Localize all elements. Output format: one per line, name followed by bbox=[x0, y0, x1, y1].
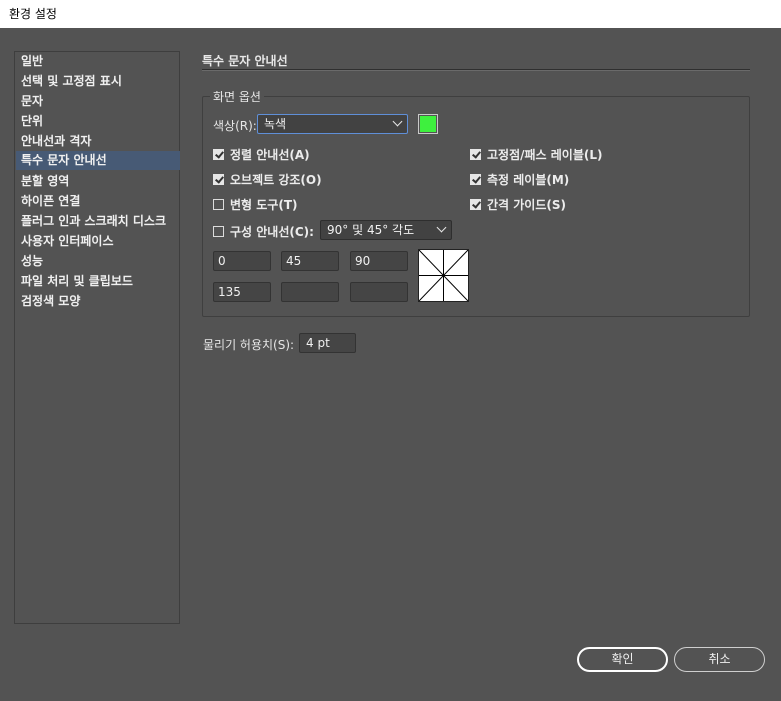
angle-field-4[interactable]: 135 bbox=[213, 282, 271, 302]
sidebar-item-guides-grid[interactable]: 안내선과 격자 bbox=[16, 132, 180, 151]
sidebar-item-hyphenation[interactable]: 하이픈 연결 bbox=[16, 192, 180, 211]
angle-field-2[interactable]: 45 bbox=[281, 251, 339, 271]
measurement-labels-checkbox[interactable]: 측정 레이블(M) bbox=[470, 171, 569, 188]
checkbox-checked-icon bbox=[470, 199, 481, 210]
panel-title: 특수 문자 안내선 bbox=[202, 54, 288, 68]
angle-field-5[interactable] bbox=[281, 282, 339, 302]
construction-guides-checkbox[interactable]: 구성 안내선(C): bbox=[213, 223, 314, 240]
checkbox-checked-icon bbox=[470, 149, 481, 160]
chevron-down-icon bbox=[436, 222, 447, 233]
angle-select-value: 90° 및 45° 각도 bbox=[327, 223, 415, 237]
spacing-guides-label: 간격 가이드(S) bbox=[487, 198, 566, 212]
color-swatch-fill bbox=[420, 116, 436, 132]
transform-tools-label: 변형 도구(T) bbox=[230, 198, 298, 212]
sidebar-item-units[interactable]: 단위 bbox=[16, 112, 180, 131]
preferences-sidebar: 일반 선택 및 고정점 표시 문자 단위 안내선과 격자 특수 문자 안내선 분… bbox=[14, 51, 180, 624]
color-swatch[interactable] bbox=[418, 114, 438, 134]
checkbox-checked-icon bbox=[213, 149, 224, 160]
snapping-tolerance-label: 물리기 허용치(S): bbox=[203, 338, 295, 352]
cancel-button[interactable]: 취소 bbox=[674, 647, 765, 672]
transform-tools-checkbox[interactable]: 변형 도구(T) bbox=[213, 196, 298, 213]
sidebar-item-performance[interactable]: 성능 bbox=[16, 252, 180, 271]
checkbox-checked-icon bbox=[213, 174, 224, 185]
snapping-tolerance-field[interactable]: 4 pt bbox=[299, 333, 356, 353]
angle-field-1[interactable]: 0 bbox=[213, 251, 271, 271]
color-select-value: 녹색 bbox=[264, 117, 287, 131]
measurement-labels-label: 측정 레이블(M) bbox=[487, 173, 570, 187]
anchor-path-labels-checkbox[interactable]: 고정점/패스 레이블(L) bbox=[470, 146, 603, 163]
ok-button[interactable]: 확인 bbox=[577, 647, 668, 672]
sidebar-item-plugins-scratch-disks[interactable]: 플러그 인과 스크래치 디스크 bbox=[16, 212, 180, 231]
object-highlighting-checkbox[interactable]: 오브젝트 강조(O) bbox=[213, 171, 322, 188]
color-label: 색상(R): bbox=[213, 119, 257, 133]
checkbox-unchecked-icon bbox=[213, 226, 224, 237]
angle-select[interactable]: 90° 및 45° 각도 bbox=[320, 220, 452, 240]
sidebar-item-file-handling-clipboard[interactable]: 파일 처리 및 클립보드 bbox=[16, 272, 180, 291]
sidebar-item-general[interactable]: 일반 bbox=[16, 52, 180, 71]
color-select[interactable]: 녹색 bbox=[257, 114, 408, 134]
sidebar-item-user-interface[interactable]: 사용자 인터페이스 bbox=[16, 232, 180, 251]
sidebar-item-black-appearance[interactable]: 검정색 모양 bbox=[16, 292, 180, 311]
title-divider bbox=[202, 69, 750, 71]
spacing-guides-checkbox[interactable]: 간격 가이드(S) bbox=[470, 196, 566, 213]
alignment-guides-checkbox[interactable]: 정렬 안내선(A) bbox=[213, 146, 310, 163]
construction-guides-label: 구성 안내선(C): bbox=[230, 225, 314, 239]
window-title: 환경 설정 bbox=[9, 7, 57, 21]
alignment-guides-label: 정렬 안내선(A) bbox=[230, 148, 310, 162]
checkbox-unchecked-icon bbox=[213, 199, 224, 210]
anchor-path-labels-label: 고정점/패스 레이블(L) bbox=[487, 148, 603, 162]
angle-preview bbox=[418, 249, 469, 302]
object-highlighting-label: 오브젝트 강조(O) bbox=[230, 173, 322, 187]
angle-preview-lines-icon bbox=[418, 249, 469, 302]
title-bar: 환경 설정 bbox=[0, 0, 781, 28]
chevron-down-icon bbox=[392, 116, 403, 127]
checkbox-checked-icon bbox=[470, 174, 481, 185]
sidebar-item-smart-guides[interactable]: 특수 문자 안내선 bbox=[16, 151, 180, 170]
sidebar-item-selection-anchor-display[interactable]: 선택 및 고정점 표시 bbox=[16, 72, 180, 91]
angle-field-6[interactable] bbox=[350, 282, 408, 302]
angle-field-3[interactable]: 90 bbox=[350, 251, 408, 271]
sidebar-item-type[interactable]: 문자 bbox=[16, 92, 180, 111]
display-options-legend: 화면 옵션 bbox=[210, 88, 264, 105]
sidebar-item-slices[interactable]: 분할 영역 bbox=[16, 172, 180, 191]
